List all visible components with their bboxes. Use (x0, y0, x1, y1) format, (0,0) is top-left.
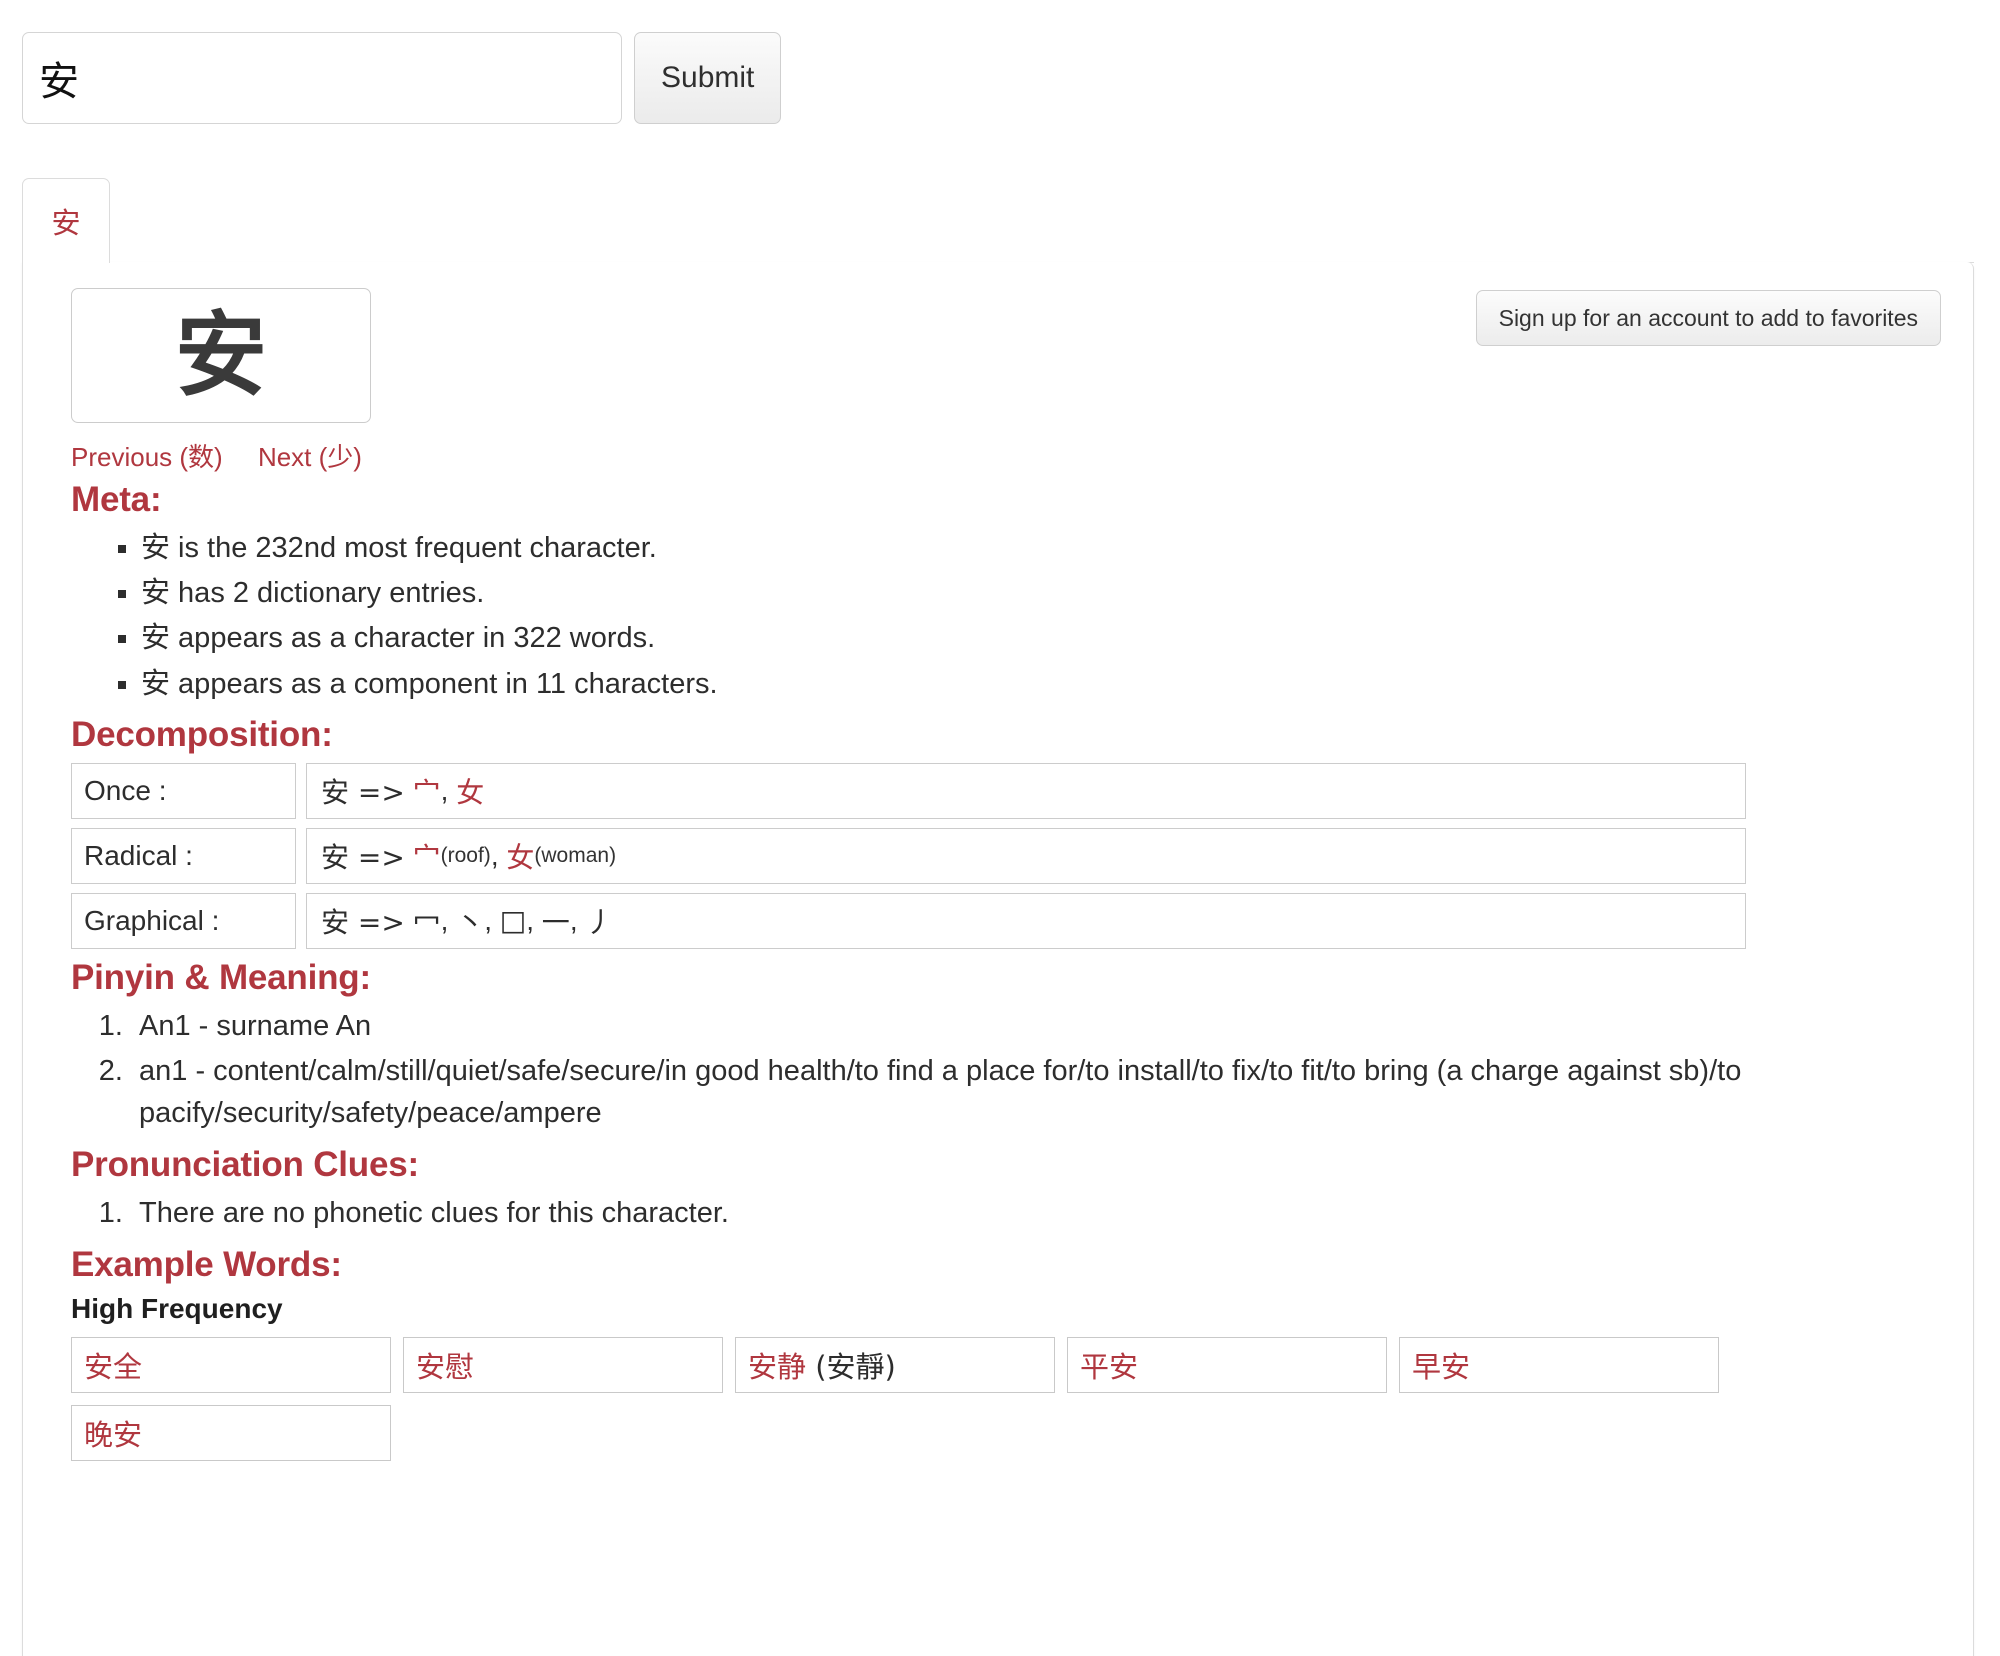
list-item: 安 is the 232nd most frequent character. (141, 528, 1947, 569)
search-form: Submit (22, 32, 782, 124)
decomposition-part[interactable]: 宀 (413, 771, 441, 811)
separator: , (490, 839, 507, 871)
submit-button[interactable]: Submit (634, 32, 782, 124)
search-input[interactable] (22, 32, 622, 124)
example-word-simplified: 安静 (748, 1349, 807, 1384)
list-item: an1 - content/calm/still/quiet/safe/secu… (131, 1051, 1947, 1135)
decomposition-label: Once : (71, 762, 296, 819)
decomposition-head: 安 => (321, 840, 405, 874)
example-word-simplified: 安慰 (416, 1349, 475, 1384)
decomposition-part[interactable]: 冖 (413, 901, 441, 941)
decomposition-part[interactable]: 一 (542, 901, 570, 941)
list-item: 安 appears as a character in 322 words. (141, 618, 1947, 659)
decomposition-part-unknown[interactable]: □ (500, 904, 526, 937)
separator: , (440, 774, 457, 806)
tab-character-an[interactable]: 安 (22, 178, 110, 263)
table-row: Radical : 安 => 宀 (roof), 女 (woman) (71, 827, 1947, 884)
separator: , (484, 904, 500, 936)
example-word-cell[interactable]: 晚安 (71, 1404, 391, 1461)
table-row: Graphical : 安 => 冖, 丶, □, 一, 丿 (71, 892, 1947, 949)
meta-list: 安 is the 232nd most frequent character. … (49, 528, 1947, 705)
example-words-subheading: High Frequency (71, 1292, 283, 1324)
character-display-box: 安 (71, 288, 371, 423)
decomposition-label: Graphical : (71, 892, 296, 949)
example-word-traditional: (安靜) (815, 1349, 896, 1384)
list-item: 安 appears as a component in 11 character… (141, 664, 1947, 705)
example-word-cell[interactable]: 早安 (1399, 1336, 1719, 1393)
list-item: 安 has 2 dictionary entries. (141, 573, 1947, 614)
example-word-simplified: 晚安 (84, 1417, 143, 1452)
decomposition-part[interactable]: 女 (506, 836, 534, 876)
example-word-simplified: 平安 (1080, 1349, 1139, 1384)
example-word-cell[interactable]: 平安 (1067, 1336, 1387, 1393)
separator: , (526, 904, 542, 936)
character-glyph: 安 (174, 301, 267, 409)
table-row: Once : 安 => 宀, 女 (71, 762, 1947, 819)
pronunciation-clues-list: There are no phonetic clues for this cha… (49, 1193, 1947, 1235)
pronunciation-clues-heading: Pronunciation Clues: (71, 1144, 419, 1184)
decomposition-value: 安 => 宀 (roof), 女 (woman) (306, 827, 1746, 884)
example-words-heading: Example Words: (71, 1244, 342, 1284)
separator: , (569, 904, 586, 936)
decomposition-value: 安 => 冖, 丶, □, 一, 丿 (306, 892, 1746, 949)
decomposition-heading: Decomposition: (71, 714, 333, 754)
example-word-cell[interactable]: 安全 (71, 1336, 391, 1393)
page-root: Submit 安 Sign up for an account to add t… (0, 0, 2000, 1656)
pinyin-meaning-heading: Pinyin & Meaning: (71, 957, 371, 997)
decomposition-value: 安 => 宀, 女 (306, 762, 1746, 819)
decomposition-part[interactable]: 丶 (456, 901, 484, 941)
decomposition-part[interactable]: 女 (456, 771, 484, 811)
meta-heading: Meta: (71, 480, 162, 519)
decomposition-table: Once : 安 => 宀, 女 Radical : 安 => 宀 (roof)… (71, 762, 1947, 949)
example-word-cell[interactable]: 安慰 (403, 1336, 723, 1393)
pinyin-meaning-list: An1 - surname An an1 - content/calm/stil… (49, 1006, 1947, 1135)
signup-favorites-button[interactable]: Sign up for an account to add to favorit… (1475, 290, 1941, 346)
decomposition-part[interactable]: 丿 (585, 901, 613, 941)
list-item: An1 - surname An (131, 1006, 1947, 1048)
separator: , (440, 904, 457, 936)
decomposition-gloss: (woman) (534, 843, 617, 867)
list-item: There are no phonetic clues for this cha… (131, 1193, 1947, 1235)
previous-character-link[interactable]: Previous (数) (71, 442, 223, 472)
decomposition-head: 安 => (321, 905, 405, 939)
next-character-link[interactable]: Next (少) (258, 442, 362, 472)
decomposition-head: 安 => (321, 775, 405, 809)
decomposition-part[interactable]: 宀 (413, 836, 441, 876)
example-words-grid: 安全 安慰 安静 (安靜) 平安 早安 晚安 (71, 1336, 1731, 1473)
decomposition-label: Radical : (71, 827, 296, 884)
character-detail-card: Sign up for an account to add to favorit… (22, 262, 1974, 1656)
decomposition-gloss: (roof) (440, 843, 491, 867)
tab-strip: 安 (22, 178, 1974, 263)
example-word-simplified: 早安 (1412, 1349, 1471, 1384)
example-word-cell[interactable]: 安静 (安靜) (735, 1336, 1055, 1393)
character-navigation: Previous (数) Next (少) (71, 437, 1947, 474)
example-word-simplified: 安全 (84, 1349, 143, 1384)
